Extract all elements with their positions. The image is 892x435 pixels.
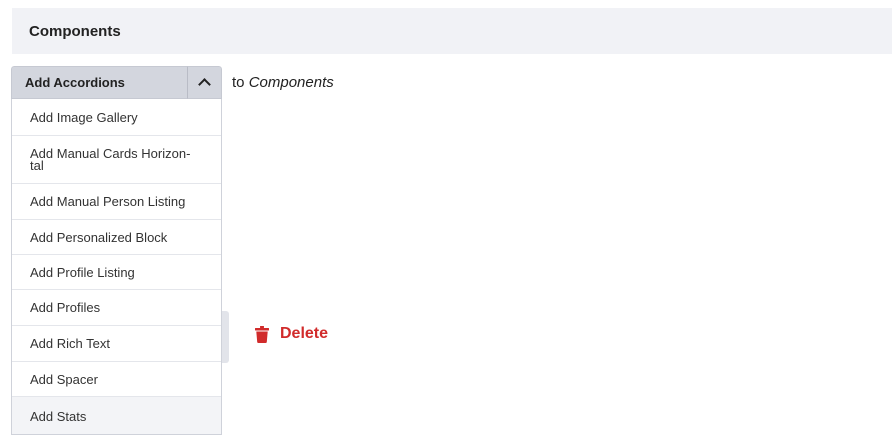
trash-icon [255,325,269,343]
background-button-edge [221,311,229,363]
chevron-up-icon [198,78,211,91]
dropdown-toggle-button[interactable] [187,66,222,99]
delete-button[interactable]: Delete [255,325,328,343]
menu-item-image-gallery[interactable]: Add Image Gallery [12,99,221,136]
menu-item-personalized-block[interactable]: Add Personalized Block [12,220,221,255]
add-component-dropdown: Add Image Gallery Add Manual Cards Horiz… [11,99,222,435]
components-header: Components [12,8,892,54]
target-text: to Components [232,74,334,91]
add-accordions-button[interactable]: Add Accordions [11,66,187,99]
section-title: Components [29,22,121,40]
add-component-split-button: Add Accordions [11,66,222,99]
menu-item-profile-listing[interactable]: Add Profile Listing [12,255,221,290]
menu-item-spacer[interactable]: Add Spacer [12,362,221,397]
target-prefix: to [232,74,245,91]
menu-item-manual-person-listing[interactable]: Add Manual Person Listing [12,184,221,220]
menu-item-profiles[interactable]: Add Profiles [12,290,221,326]
menu-item-manual-cards-horizontal[interactable]: Add Manual Cards Horizon- tal [12,136,221,184]
menu-item-stats[interactable]: Add Stats [12,397,221,434]
target-name: Components [248,74,334,91]
page: Components Add Accordions to Components … [0,0,892,435]
delete-label: Delete [280,325,329,342]
menu-item-rich-text[interactable]: Add Rich Text [12,326,221,362]
